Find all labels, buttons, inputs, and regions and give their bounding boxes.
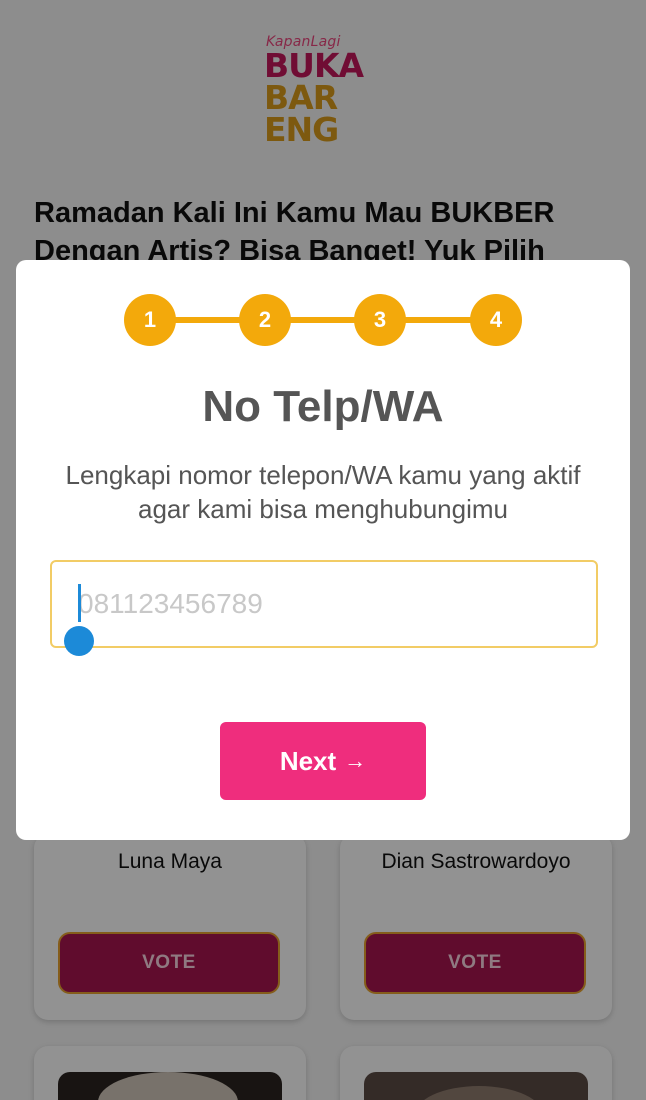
step-3: 3 xyxy=(354,294,406,346)
arrow-right-icon: → xyxy=(344,748,367,773)
next-button[interactable]: Next → xyxy=(220,722,426,800)
phone-modal: 1 2 3 4 No Telp/WA Lengkapi nomor telepo… xyxy=(16,260,630,840)
next-button-label: Next xyxy=(279,745,337,776)
step-2: 2 xyxy=(239,294,291,346)
phone-input[interactable] xyxy=(78,562,578,646)
cursor-handle[interactable] xyxy=(64,626,94,656)
phone-field[interactable] xyxy=(50,560,598,656)
step-1: 1 xyxy=(124,294,176,346)
modal-title: No Telp/WA xyxy=(202,382,444,431)
step-4: 4 xyxy=(470,294,522,346)
modal-description: Lengkapi nomor telepon/WA kamu yang akti… xyxy=(65,460,581,524)
step-progress: 1 2 3 4 xyxy=(124,294,524,346)
text-caret xyxy=(78,584,81,622)
step-connector-line xyxy=(150,317,496,323)
